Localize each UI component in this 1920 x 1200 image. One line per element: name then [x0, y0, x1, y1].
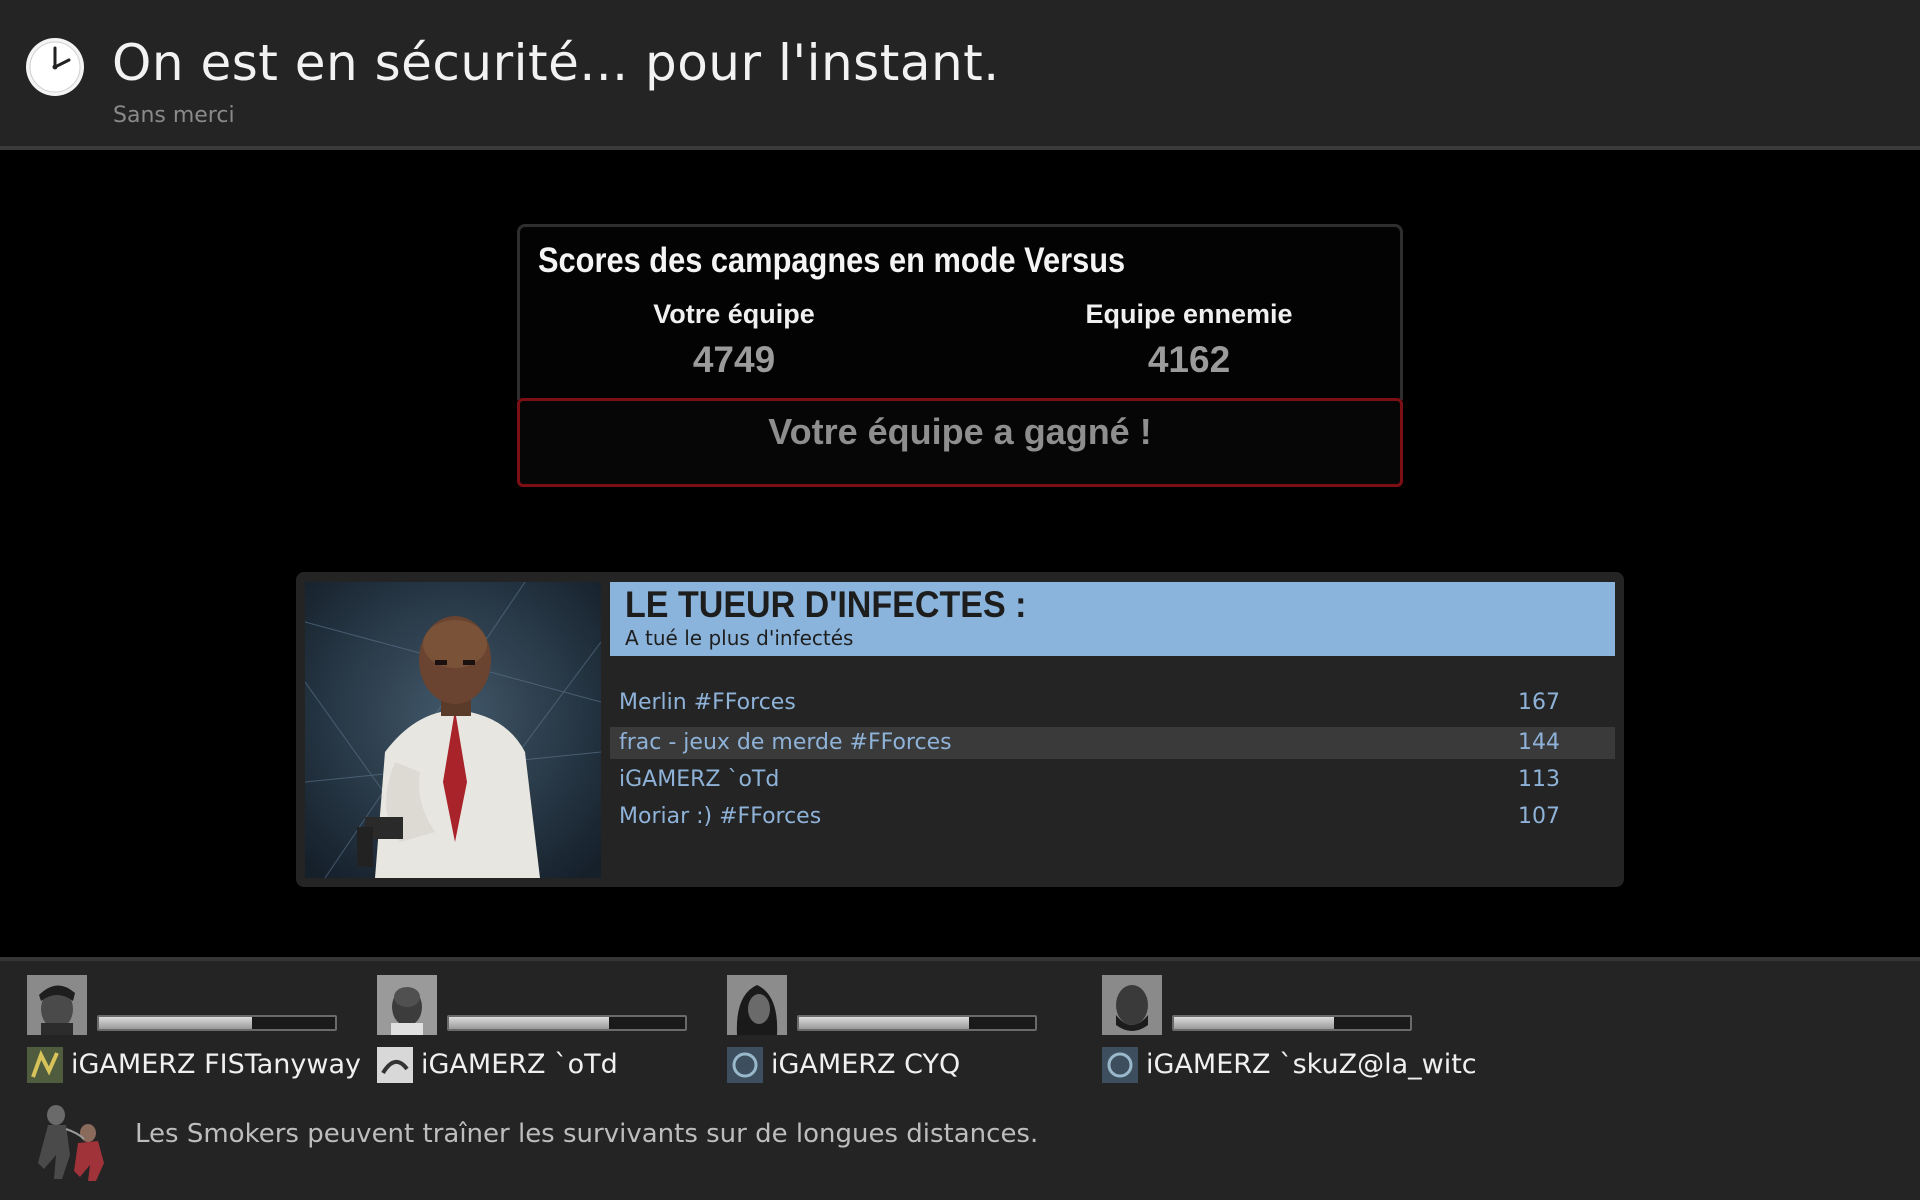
header: On est en sécurité... pour l'instant. Sa… [0, 0, 1920, 150]
player-spray-tag [377, 1047, 413, 1083]
survivor-portrait [305, 582, 601, 878]
award-row-value: 113 [1518, 767, 1560, 792]
player-slot-4: iGAMERZ `skuZ@la_witc [1102, 975, 1477, 1085]
player-health-bar [447, 1015, 687, 1031]
player-health-bar [797, 1015, 1037, 1031]
award-row-name: Merlin #FForces [619, 690, 796, 715]
award-row-name: Moriar :) #FForces [619, 804, 822, 829]
player-slot-3: iGAMERZ CYQ [727, 975, 1067, 1085]
bottom-bar: iGAMERZ FISTanyway iGAMERZ `oTd iGAMERZ … [0, 957, 1920, 1200]
gameplay-tip: Les Smokers peuvent traîner les survivan… [135, 1119, 1039, 1149]
result-banner: Votre équipe a gagné ! [517, 398, 1403, 487]
scores-title: Scores des campagnes en mode Versus [538, 241, 1126, 280]
enemy-team-score: 4162 [1147, 339, 1231, 380]
award-row-value: 107 [1518, 804, 1560, 829]
page-title: On est en sécurité... pour l'instant. [112, 34, 1000, 92]
result-text: Votre équipe a gagné ! [768, 411, 1152, 452]
award-row: Merlin #FForces 167 [610, 687, 1615, 719]
award-panel: LE TUEUR D'INFECTES : A tué le plus d'in… [296, 572, 1624, 887]
award-title: LE TUEUR D'INFECTES : [625, 584, 1027, 625]
player-spray-tag [727, 1047, 763, 1083]
your-team-label: Votre équipe [653, 299, 815, 329]
award-row-name: frac - jeux de merde #FForces [619, 730, 952, 755]
player-avatar [1102, 975, 1162, 1035]
your-team-score: 4749 [692, 339, 776, 380]
player-health-bar [97, 1015, 337, 1031]
player-spray-tag [1102, 1047, 1138, 1083]
award-row-name: iGAMERZ `oTd [619, 767, 780, 792]
award-row-value: 167 [1518, 690, 1560, 715]
player-health-bar [1172, 1015, 1412, 1031]
smoker-icon [38, 1105, 104, 1181]
page-subtitle: Sans merci [113, 103, 235, 128]
player-name: iGAMERZ CYQ [771, 1049, 961, 1080]
award-subtitle: A tué le plus d'infectés [625, 626, 854, 650]
award-row: frac - jeux de merde #FForces 144 [610, 727, 1615, 759]
award-row: iGAMERZ `oTd 113 [610, 764, 1615, 796]
clock-icon [26, 38, 84, 96]
player-spray-tag [27, 1047, 63, 1083]
enemy-team-label: Equipe ennemie [1085, 299, 1293, 329]
award-row: Moriar :) #FForces 107 [610, 801, 1615, 833]
player-avatar [377, 975, 437, 1035]
player-avatar [727, 975, 787, 1035]
player-name: iGAMERZ `skuZ@la_witc [1146, 1049, 1477, 1080]
player-slot-1: iGAMERZ FISTanyway [27, 975, 367, 1085]
player-avatar [27, 975, 87, 1035]
award-row-value: 144 [1518, 730, 1560, 755]
scores-inner: Scores des campagnes en mode Versus Votr… [517, 224, 1403, 400]
award-header: LE TUEUR D'INFECTES : A tué le plus d'in… [610, 582, 1615, 656]
versus-scores-panel: Scores des campagnes en mode Versus Votr… [517, 224, 1403, 489]
player-name: iGAMERZ FISTanyway [71, 1049, 361, 1080]
player-name: iGAMERZ `oTd [421, 1049, 618, 1080]
player-slot-2: iGAMERZ `oTd [377, 975, 717, 1085]
